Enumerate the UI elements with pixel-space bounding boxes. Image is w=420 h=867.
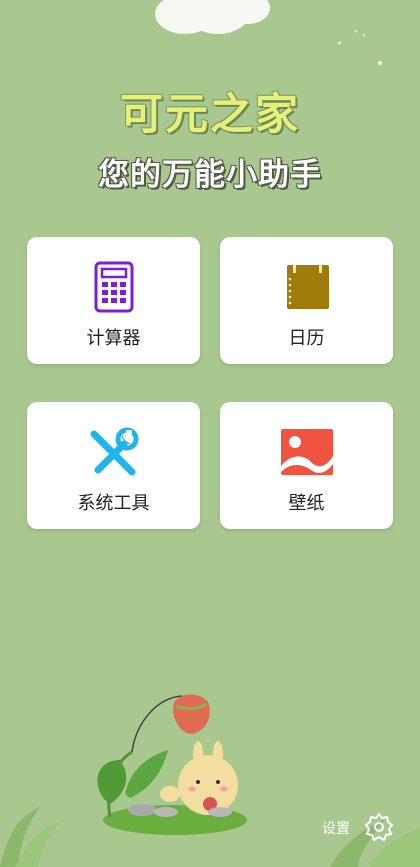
settings-button[interactable]: 设置 [322, 812, 396, 842]
calculator-card[interactable]: 计算器 [27, 237, 200, 364]
wallpaper-label: 壁纸 [288, 493, 325, 514]
tools-icon [90, 427, 138, 476]
calculator-icon [94, 261, 133, 313]
calendar-icon [286, 265, 329, 309]
sparkle-decoration [337, 30, 382, 65]
gear-icon [364, 812, 394, 842]
tools-card[interactable]: 系统工具 [27, 402, 200, 529]
wallpaper-icon [280, 429, 333, 475]
bunny-illustration [97, 694, 247, 835]
wallpaper-card[interactable]: 壁纸 [220, 402, 393, 529]
app-title: 可元之家 [120, 90, 300, 140]
tools-label: 系统工具 [77, 493, 150, 514]
calculator-label: 计算器 [86, 328, 141, 349]
settings-label: 设置 [322, 821, 350, 837]
calendar-label: 日历 [288, 328, 325, 349]
cloud-decoration [155, 0, 270, 34]
calendar-card[interactable]: 日历 [220, 237, 393, 364]
app-subtitle: 您的万能小助手 [98, 157, 322, 193]
